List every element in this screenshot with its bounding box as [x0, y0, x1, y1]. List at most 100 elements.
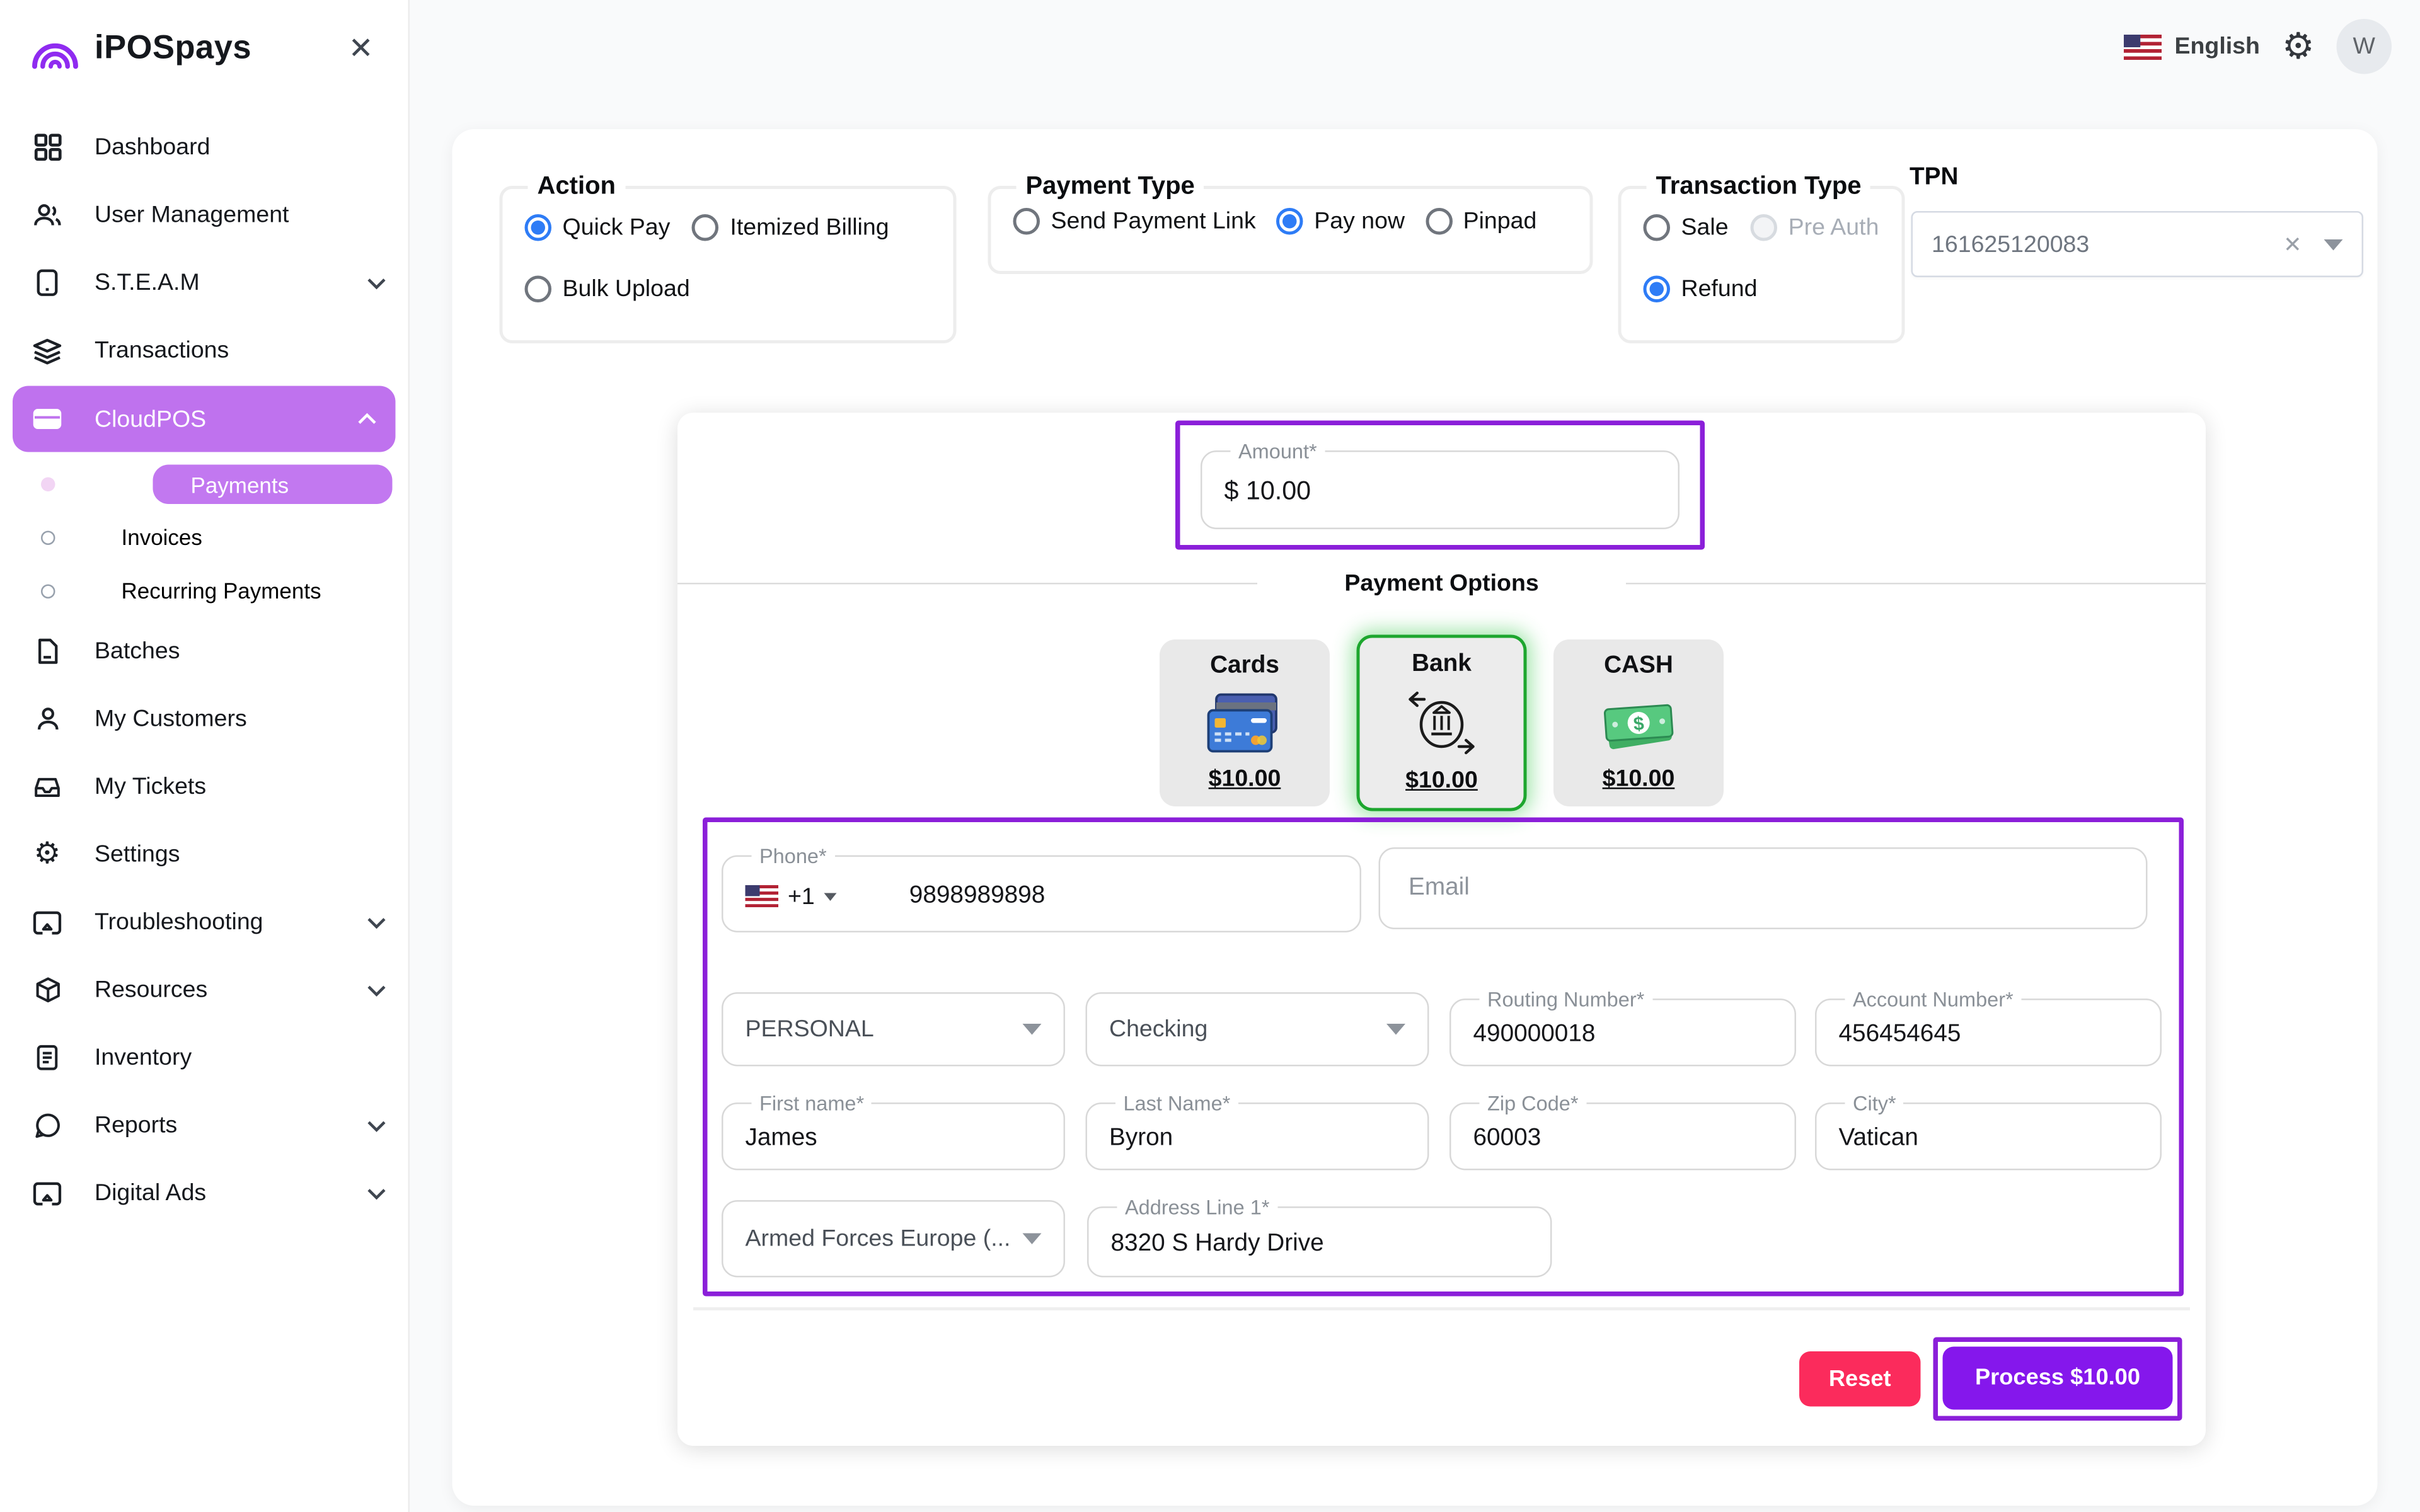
radio-selected-icon	[1644, 276, 1671, 303]
sidebar-item-label: My Tickets	[95, 774, 206, 801]
sidebar-item-reports[interactable]: Reports	[0, 1092, 408, 1160]
account-number-label: Account Number*	[1845, 988, 2022, 1012]
sidebar-item-user-management[interactable]: User Management	[0, 181, 408, 249]
clear-icon[interactable]: ✕	[2283, 231, 2302, 258]
sidebar-subitem-label: Payments	[153, 465, 393, 505]
avatar-initial: W	[2353, 33, 2375, 60]
sidebar-subitem-invoices[interactable]: Invoices	[0, 510, 408, 564]
sidebar-item-label: Settings	[95, 841, 180, 868]
sidebar-item-steam[interactable]: S.T.E.A.M	[0, 249, 408, 317]
radio-label: Refund	[1681, 276, 1758, 303]
avatar[interactable]: W	[2337, 19, 2392, 74]
reset-button[interactable]: Reset	[1799, 1351, 1921, 1407]
caret-down-icon[interactable]	[824, 892, 837, 900]
sidebar-item-label: Reports	[95, 1112, 177, 1139]
sidebar-item-settings[interactable]: ⚙ Settings	[0, 821, 408, 889]
sidebar-item-my-tickets[interactable]: My Tickets	[0, 753, 408, 821]
phone-field[interactable]: Phone* +1 9898989898	[722, 844, 1361, 932]
payment-options-row: Cards $10.00 Bank	[677, 635, 2206, 811]
dropdown-caret-icon[interactable]	[2324, 239, 2343, 250]
process-button[interactable]: Process $10.00	[1943, 1347, 2173, 1410]
chevron-up-icon	[358, 413, 377, 425]
logo-row: iPOSpays ✕	[0, 0, 408, 85]
payment-options-header: Payment Options	[677, 570, 2206, 597]
select-value: Armed Forces Europe (...	[746, 1225, 1011, 1252]
radio-label: Itemized Billing	[730, 214, 889, 241]
app: iPOSpays ✕ Dashboard User Management	[0, 0, 2420, 1512]
sidebar-item-label: Resources	[95, 976, 207, 1004]
email-field[interactable]: Email	[1379, 847, 2148, 929]
bank-transfer-icon	[1402, 687, 1481, 759]
radio-selected-icon	[525, 214, 552, 241]
radio-pay-now[interactable]: Pay now	[1276, 208, 1405, 235]
state-select[interactable]: Armed Forces Europe (...	[722, 1200, 1065, 1278]
zip-code-value: 60003	[1473, 1125, 1541, 1153]
transaction-type-fieldset: Transaction Type Sale Pre Auth Refund	[1618, 173, 1904, 343]
address-line1-field[interactable]: Address Line 1* 8320 S Hardy Drive	[1087, 1196, 1552, 1278]
document-icon	[32, 1042, 63, 1074]
sidebar-item-cloudpos[interactable]: CloudPOS	[13, 386, 396, 452]
account-category-select[interactable]: PERSONAL	[722, 992, 1065, 1067]
brand-rainbow-icon	[28, 28, 82, 69]
city-field[interactable]: City* Vatican	[1815, 1092, 2162, 1171]
last-name-field[interactable]: Last Name* Byron	[1086, 1092, 1429, 1171]
sidebar-item-label: Inventory	[95, 1045, 192, 1072]
radio-icon	[692, 214, 719, 241]
amount-field[interactable]: Amount* $ 10.00	[1201, 440, 1680, 530]
last-name-value: Byron	[1109, 1125, 1173, 1153]
sidebar-item-digital-ads[interactable]: Digital Ads	[0, 1159, 408, 1227]
radio-sale[interactable]: Sale	[1644, 214, 1729, 241]
phone-value[interactable]: 9898989898	[909, 882, 1046, 910]
radio-itemized-billing[interactable]: Itemized Billing	[692, 214, 889, 241]
tablet-icon	[32, 267, 63, 299]
tpn-value: 161625120083	[1932, 231, 2089, 258]
sidebar-item-dashboard[interactable]: Dashboard	[0, 113, 408, 181]
account-number-value: 456454645	[1839, 1021, 1961, 1049]
sidebar-item-resources[interactable]: Resources	[0, 956, 408, 1024]
account-number-field[interactable]: Account Number* 456454645	[1815, 988, 2162, 1067]
first-name-field[interactable]: First name* James	[722, 1092, 1065, 1171]
user-icon	[32, 703, 63, 735]
account-type-select[interactable]: Checking	[1086, 992, 1429, 1067]
bullet-ring-icon	[41, 583, 55, 598]
address-line1-label: Address Line 1*	[1117, 1196, 1277, 1220]
sidebar-item-label: Batches	[95, 638, 180, 665]
sidebar-item-troubleshooting[interactable]: Troubleshooting	[0, 888, 408, 956]
tpn-label: TPN	[1910, 164, 1959, 192]
sidebar-item-inventory[interactable]: Inventory	[0, 1024, 408, 1092]
radio-refund[interactable]: Refund	[1644, 276, 1758, 303]
sidebar-item-transactions[interactable]: Transactions	[0, 317, 408, 385]
zip-code-field[interactable]: Zip Code* 60003	[1449, 1092, 1796, 1171]
file-icon	[32, 636, 63, 667]
last-name-label: Last Name*	[1115, 1092, 1238, 1116]
transaction-type-legend: Transaction Type	[1647, 173, 1871, 202]
payment-option-cash[interactable]: CASH $ $10.00	[1553, 639, 1724, 806]
gear-icon[interactable]: ⚙	[2282, 28, 2315, 65]
email-placeholder: Email	[1409, 874, 1470, 903]
routing-number-field[interactable]: Routing Number* 490000018	[1449, 988, 1796, 1067]
radio-quick-pay[interactable]: Quick Pay	[525, 214, 671, 241]
payment-option-cards[interactable]: Cards $10.00	[1160, 639, 1330, 806]
payment-option-bank[interactable]: Bank $10.00	[1357, 635, 1527, 811]
chevron-down-icon	[367, 1187, 386, 1200]
country-code[interactable]: +1	[788, 883, 815, 910]
radio-send-payment-link[interactable]: Send Payment Link	[1013, 208, 1256, 235]
sidebar-subitem-label: Invoices	[122, 525, 202, 550]
chevron-down-icon	[367, 1119, 386, 1131]
radio-bulk-upload[interactable]: Bulk Upload	[525, 276, 690, 303]
sidebar-item-my-customers[interactable]: My Customers	[0, 685, 408, 753]
card-icon	[32, 403, 63, 435]
language-selector[interactable]: English	[2124, 33, 2260, 60]
chevron-down-icon	[367, 916, 386, 929]
close-icon[interactable]: ✕	[339, 31, 383, 67]
sidebar-subitem-payments[interactable]: Payments	[0, 459, 408, 511]
city-value: Vatican	[1839, 1125, 1918, 1153]
sidebar-item-batches[interactable]: Batches	[0, 617, 408, 685]
sidebar-subitem-recurring-payments[interactable]: Recurring Payments	[0, 564, 408, 617]
sidebar-subitem-label: Recurring Payments	[122, 578, 321, 604]
tpn-select[interactable]: 161625120083 ✕	[1911, 211, 2364, 277]
radio-pinpad[interactable]: Pinpad	[1426, 208, 1537, 235]
sidebar-item-label: My Customers	[95, 706, 247, 733]
credit-cards-icon	[1204, 689, 1286, 758]
radio-pre-auth[interactable]: Pre Auth	[1751, 214, 1879, 241]
